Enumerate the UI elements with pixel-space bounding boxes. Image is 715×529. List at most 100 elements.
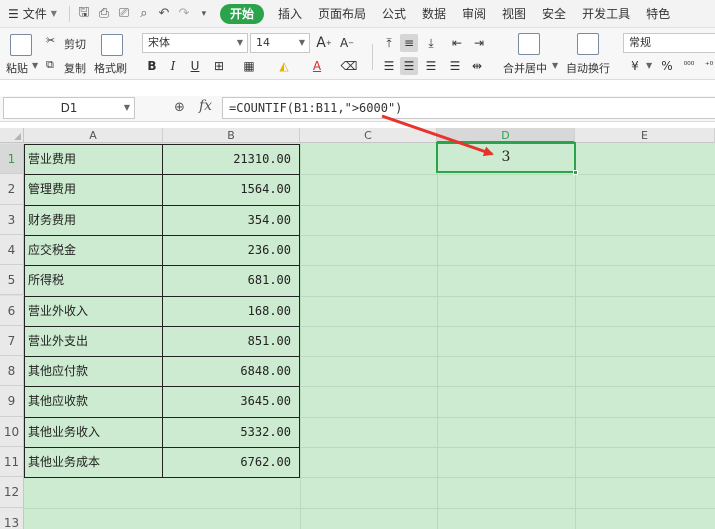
column-header-a[interactable]: A	[24, 128, 163, 143]
align-middle-icon[interactable]: ≡	[400, 34, 418, 52]
column-header-c[interactable]: C	[300, 128, 437, 143]
spreadsheet-grid[interactable]: A B C D E 1 营业费用 21310.00 2 管理费用 1564.00 3 财务费用…	[0, 128, 715, 529]
eraser-icon[interactable]: ⌫	[340, 57, 358, 75]
row-header-8[interactable]: 8	[0, 356, 24, 387]
cell-a11[interactable]: 其他业务成本	[25, 447, 162, 477]
file-menu[interactable]: ☰ 文件 ▼	[0, 0, 65, 28]
export-pdf-icon[interactable]: ⎙	[94, 0, 114, 28]
cell-a7[interactable]: 营业外支出	[25, 326, 162, 356]
cell-a8[interactable]: 其他应付款	[25, 356, 162, 386]
row-header-4[interactable]: 4	[0, 234, 24, 266]
cell-a2[interactable]: 管理费用	[25, 174, 162, 204]
row-header-5[interactable]: 5	[0, 265, 24, 296]
cell-a4[interactable]: 应交税金	[25, 235, 162, 265]
indent-increase-icon[interactable]: ⇥	[470, 34, 488, 52]
row-header-7[interactable]: 7	[0, 325, 24, 357]
cell-b7[interactable]: 851.00	[163, 326, 299, 356]
cell-b10[interactable]: 5332.00	[163, 417, 299, 447]
cell-a1[interactable]: 营业费用	[25, 144, 162, 174]
distribute-icon[interactable]: ⇹	[468, 57, 486, 75]
align-bottom-icon[interactable]: ⤓	[422, 34, 440, 52]
cell-b11[interactable]: 6762.00	[163, 447, 299, 477]
cell-b12[interactable]	[163, 477, 299, 507]
tab-page-layout[interactable]: 页面布局	[310, 0, 374, 28]
row-header-2[interactable]: 2	[0, 174, 24, 205]
cut-button[interactable]: 剪切	[64, 36, 86, 52]
align-left-icon[interactable]: ☰	[380, 57, 398, 75]
column-header-d[interactable]: D	[437, 128, 575, 143]
format-painter-icon[interactable]	[101, 34, 123, 56]
row-header-11[interactable]: 11	[0, 447, 24, 478]
merge-center-icon[interactable]	[518, 33, 540, 55]
chevron-down-icon[interactable]: ▼	[552, 61, 558, 70]
select-all-corner[interactable]	[0, 128, 24, 143]
format-painter-button[interactable]: 格式刷	[94, 60, 127, 76]
font-name-select[interactable]: 宋体 ▼	[142, 33, 248, 53]
tab-view[interactable]: 视图	[494, 0, 534, 28]
number-format-select[interactable]: 常规	[623, 33, 715, 53]
cell-a12[interactable]	[25, 477, 162, 507]
cell-a10[interactable]: 其他业务收入	[25, 417, 162, 447]
cell-a13[interactable]	[25, 508, 162, 529]
column-header-e[interactable]: E	[575, 128, 715, 143]
row-header-6[interactable]: 6	[0, 295, 24, 326]
underline-icon[interactable]: U	[186, 57, 204, 75]
wrap-text-icon[interactable]	[577, 33, 599, 55]
cell-b9[interactable]: 3645.00	[163, 386, 299, 416]
currency-icon[interactable]: ¥	[626, 57, 644, 75]
tab-developer[interactable]: 开发工具	[574, 0, 638, 28]
undo-icon[interactable]: ↶	[154, 0, 174, 28]
chevron-down-icon[interactable]: ▼	[32, 61, 38, 70]
row-header-13[interactable]: 13	[0, 507, 24, 529]
merge-center-button[interactable]: 合并居中	[503, 60, 547, 76]
cell-a6[interactable]: 营业外收入	[25, 296, 162, 326]
tab-review[interactable]: 审阅	[454, 0, 494, 28]
cell-b8[interactable]: 6848.00	[163, 356, 299, 386]
zoom-icon[interactable]: ⊕	[174, 100, 185, 115]
tab-data[interactable]: 数据	[414, 0, 454, 28]
copy-button[interactable]: 复制	[64, 60, 86, 76]
name-box[interactable]: D1 ▼	[3, 97, 135, 119]
cell-b5[interactable]: 681.00	[163, 265, 299, 295]
row-header-9[interactable]: 9	[0, 386, 24, 417]
paste-icon[interactable]	[10, 34, 32, 56]
border-icon[interactable]: ⊞	[210, 57, 228, 75]
tab-security[interactable]: 安全	[534, 0, 574, 28]
paste-button[interactable]: 粘贴	[6, 60, 28, 76]
row-header-1[interactable]: 1	[0, 144, 24, 175]
print-preview-icon[interactable]: ⌕	[134, 0, 154, 28]
chevron-down-icon[interactable]: ▼	[646, 61, 652, 70]
cell-b2[interactable]: 1564.00	[163, 174, 299, 204]
decimal-increase-icon[interactable]: ⁺⁰	[700, 57, 715, 75]
font-shrink-icon[interactable]: A −	[338, 34, 356, 52]
cell-b13[interactable]	[163, 508, 299, 529]
more-chevron-icon[interactable]: ▾	[194, 0, 214, 28]
justify-icon[interactable]: ☰	[446, 57, 464, 75]
row-header-12[interactable]: 12	[0, 477, 24, 508]
font-grow-icon[interactable]: A +	[315, 34, 333, 52]
cell-b4[interactable]: 236.00	[163, 235, 299, 265]
align-center-icon[interactable]: ☰	[400, 57, 418, 75]
font-color-icon[interactable]: A	[308, 57, 326, 75]
italic-icon[interactable]: I	[164, 57, 182, 75]
cell-a5[interactable]: 所得税	[25, 265, 162, 295]
indent-decrease-icon[interactable]: ⇤	[448, 34, 466, 52]
align-top-icon[interactable]: ⤒	[380, 34, 398, 52]
redo-icon[interactable]: ↷	[174, 0, 194, 28]
font-size-select[interactable]: 14 ▼	[250, 33, 310, 53]
fill-pattern-icon[interactable]: ▦	[240, 57, 258, 75]
insert-function-button[interactable]: fx	[199, 98, 212, 114]
thousands-separator-icon[interactable]: ⁰⁰⁰	[680, 57, 698, 75]
formula-input[interactable]: =COUNTIF(B1:B11,">6000")	[222, 97, 715, 119]
tab-home[interactable]: 开始	[219, 3, 264, 24]
wrap-text-button[interactable]: 自动换行	[566, 60, 610, 76]
cell-a3[interactable]: 财务费用	[25, 205, 162, 235]
tab-special[interactable]: 特色	[638, 0, 678, 28]
print-icon[interactable]: ⎚	[114, 0, 134, 28]
tab-insert[interactable]: 插入	[270, 0, 310, 28]
align-right-icon[interactable]: ☰	[422, 57, 440, 75]
save-icon[interactable]: 🖫	[74, 0, 94, 28]
row-header-3[interactable]: 3	[0, 204, 24, 235]
cell-b6[interactable]: 168.00	[163, 296, 299, 326]
column-header-b[interactable]: B	[163, 128, 300, 143]
